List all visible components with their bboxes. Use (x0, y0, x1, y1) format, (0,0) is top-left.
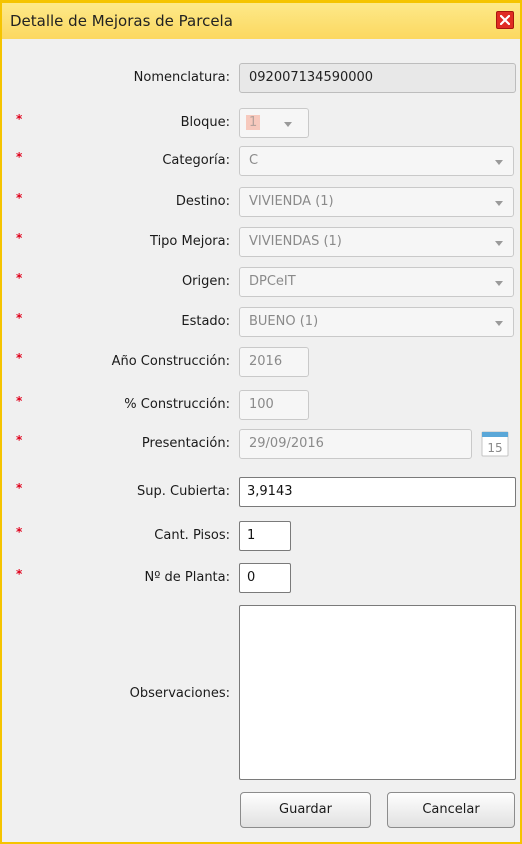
tipo-mejora-value: VIVIENDAS (1) (249, 234, 342, 249)
row-presentacion: * Presentación: 29/09/2016 15 (2, 429, 520, 461)
anio-construccion-label: Año Construcción: (111, 354, 230, 369)
row-pct-construccion: * % Construcción: 100 (2, 390, 520, 422)
chevron-down-icon (284, 122, 292, 127)
sup-cubierta-label: Sup. Cubierta: (137, 484, 230, 499)
required-marker: * (16, 525, 23, 539)
required-marker: * (16, 311, 23, 325)
required-marker: * (16, 112, 23, 126)
pct-construccion-label: % Construcción: (124, 397, 230, 412)
destino-label: Destino: (175, 194, 230, 209)
nomenclatura-label: Nomenclatura: (133, 70, 230, 85)
cancel-button[interactable]: Cancelar (387, 792, 515, 828)
anio-construccion-input[interactable]: 2016 (239, 347, 309, 377)
required-marker: * (16, 231, 23, 245)
row-origen: * Origen: DPCeIT (2, 267, 520, 299)
presentacion-date-input[interactable]: 29/09/2016 (239, 429, 472, 459)
form-body: Nomenclatura: 092007134590000 * Bloque: … (2, 39, 520, 842)
required-marker: * (16, 191, 23, 205)
origen-value: DPCeIT (249, 274, 296, 289)
close-icon (500, 15, 510, 25)
chevron-down-icon (495, 321, 503, 326)
presentacion-label: Presentación: (141, 436, 230, 451)
estado-label: Estado: (181, 314, 230, 329)
categoria-select[interactable]: C (239, 146, 514, 176)
row-tipo-mejora: * Tipo Mejora: VIVIENDAS (1) (2, 227, 520, 259)
origen-select[interactable]: DPCeIT (239, 267, 514, 297)
bloque-value: 1 (246, 115, 261, 130)
close-button[interactable] (496, 11, 514, 29)
pct-construccion-input[interactable]: 100 (239, 390, 309, 420)
bloque-select[interactable]: 1 (239, 108, 309, 138)
required-marker: * (16, 394, 23, 408)
sup-cubierta-input[interactable]: 3,9143 (239, 477, 516, 507)
calendar-button[interactable]: 15 (480, 430, 510, 458)
nro-planta-label: Nº de Planta: (144, 570, 230, 585)
estado-select[interactable]: BUENO (1) (239, 307, 514, 337)
destino-value: VIVIENDA (1) (249, 194, 334, 209)
chevron-down-icon (495, 241, 503, 246)
observaciones-textarea[interactable] (239, 605, 516, 780)
nro-planta-input[interactable]: 0 (239, 563, 291, 593)
row-categoria: * Categoría: C (2, 146, 520, 178)
tipo-mejora-label: Tipo Mejora: (150, 234, 230, 249)
row-estado: * Estado: BUENO (1) (2, 307, 520, 339)
required-marker: * (16, 150, 23, 164)
save-button[interactable]: Guardar (240, 792, 371, 828)
destino-select[interactable]: VIVIENDA (1) (239, 187, 514, 217)
cant-pisos-label: Cant. Pisos: (154, 528, 230, 543)
required-marker: * (16, 567, 23, 581)
estado-value: BUENO (1) (249, 314, 319, 329)
dialog-window: Detalle de Mejoras de Parcela Nomenclatu… (0, 0, 522, 844)
row-sup-cubierta: * Sup. Cubierta: 3,9143 (2, 477, 520, 509)
chevron-down-icon (495, 281, 503, 286)
tipo-mejora-select[interactable]: VIVIENDAS (1) (239, 227, 514, 257)
categoria-value: C (249, 153, 259, 168)
observaciones-label: Observaciones: (129, 686, 230, 701)
row-bloque: * Bloque: 1 (2, 108, 520, 140)
calendar-day: 15 (487, 441, 502, 455)
categoria-label: Categoría: (162, 153, 230, 168)
calendar-icon: 15 (481, 431, 509, 457)
title-bar[interactable]: Detalle de Mejoras de Parcela (2, 3, 520, 40)
row-anio-construccion: * Año Construcción: 2016 (2, 347, 520, 379)
bloque-label: Bloque: (180, 115, 230, 130)
required-marker: * (16, 433, 23, 447)
row-destino: * Destino: VIVIENDA (1) (2, 187, 520, 219)
required-marker: * (16, 351, 23, 365)
chevron-down-icon (495, 201, 503, 206)
chevron-down-icon (495, 160, 503, 165)
origen-label: Origen: (181, 274, 230, 289)
row-nro-planta: * Nº de Planta: 0 (2, 563, 520, 595)
row-cant-pisos: * Cant. Pisos: 1 (2, 521, 520, 553)
nomenclatura-field: 092007134590000 (239, 63, 516, 93)
cant-pisos-input[interactable]: 1 (239, 521, 291, 551)
row-nomenclatura: Nomenclatura: 092007134590000 (2, 63, 520, 95)
dialog-title: Detalle de Mejoras de Parcela (10, 12, 233, 30)
required-marker: * (16, 271, 23, 285)
required-marker: * (16, 481, 23, 495)
